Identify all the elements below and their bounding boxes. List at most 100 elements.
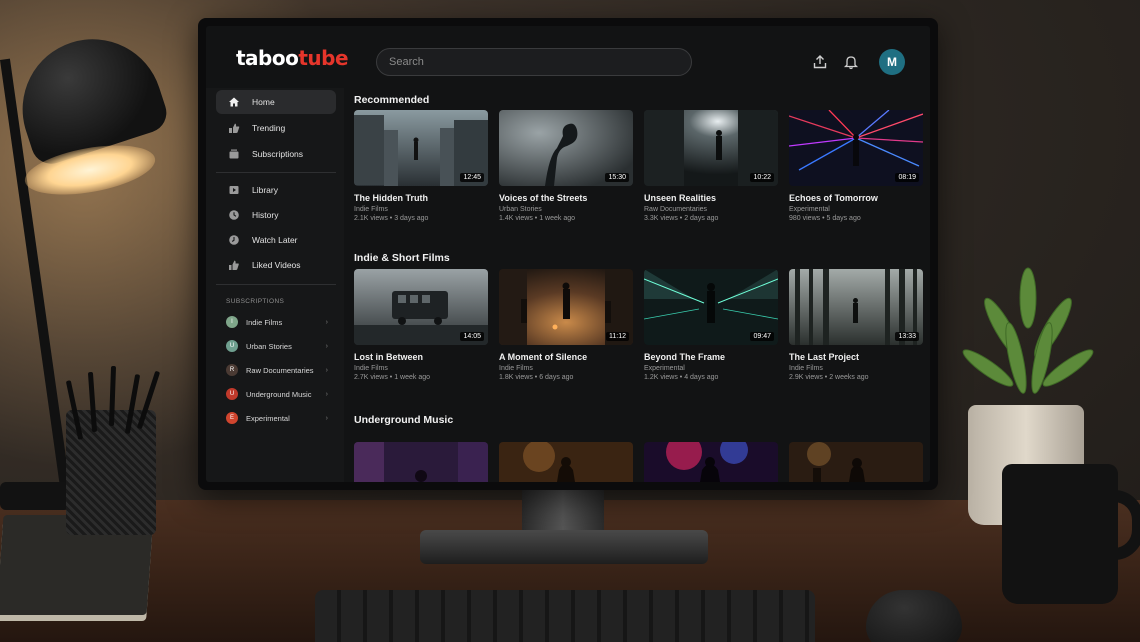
subscriptions-icon: [222, 148, 246, 160]
video-views: 3.3K views: [644, 215, 678, 222]
subscription-item-indie-films[interactable]: I Indie Films ›: [216, 312, 328, 332]
video-channel[interactable]: Raw Documentaries: [644, 206, 778, 213]
subscription-label: Underground Music: [246, 389, 312, 399]
video-duration: 11:12: [606, 332, 629, 341]
computer-mouse: [866, 590, 962, 642]
subscription-item-raw-documentaries[interactable]: R Raw Documentaries ›: [216, 360, 328, 380]
video-channel[interactable]: Indie Films: [789, 365, 923, 372]
subscription-label: Raw Documentaries: [246, 365, 314, 375]
video-views: 1.8K views: [499, 374, 533, 381]
video-thumbnail[interactable]: 15:30: [499, 110, 633, 186]
video-thumbnail[interactable]: 12:45: [354, 110, 488, 186]
section-title-recommended: Recommended: [354, 94, 430, 106]
video-channel[interactable]: Indie Films: [354, 365, 488, 372]
video-title[interactable]: A Moment of Silence: [499, 352, 633, 362]
subscription-item-underground-music[interactable]: U Underground Music ›: [216, 384, 328, 404]
video-thumbnail[interactable]: [499, 442, 633, 482]
video-card[interactable]: 10:22 Unseen Realities Raw Documentaries…: [644, 110, 778, 222]
video-views: 980 views: [789, 215, 821, 222]
video-thumbnail[interactable]: 08:19: [789, 110, 923, 186]
video-thumbnail[interactable]: 10:22: [644, 110, 778, 186]
subscription-item-experimental[interactable]: E Experimental ›: [216, 408, 328, 428]
video-card[interactable]: 11:12 A Moment of Silence Indie Films 1.…: [499, 269, 633, 381]
sidebar-divider: [216, 284, 336, 285]
video-channel[interactable]: Urban Stories: [499, 206, 633, 213]
home-icon: [222, 96, 246, 108]
avatar[interactable]: M: [879, 49, 905, 75]
subscription-label: Urban Stories: [246, 341, 292, 351]
video-meta: 1.8K views • 6 days ago: [499, 374, 633, 381]
video-thumbnail[interactable]: [354, 442, 488, 482]
sidebar: Home Trending Subscriptions Library Hist…: [206, 88, 344, 482]
video-thumbnail[interactable]: 09:47: [644, 269, 778, 345]
logo[interactable]: tabootube: [236, 46, 349, 70]
video-card[interactable]: 08:19 Echoes of Tomorrow Experimental 98…: [789, 110, 923, 222]
video-age: 2 weeks ago: [829, 374, 869, 381]
chevron-right-icon: ›: [325, 366, 328, 374]
video-meta: 2.9K views • 2 weeks ago: [789, 374, 923, 381]
video-duration: 12:45: [460, 173, 484, 182]
chevron-right-icon: ›: [325, 318, 328, 326]
video-card[interactable]: 14:05 Lost in Between Indie Films 2.7K v…: [354, 269, 488, 381]
subscription-item-urban-stories[interactable]: U Urban Stories ›: [216, 336, 328, 356]
search-input[interactable]: [376, 48, 692, 76]
sidebar-item-watch-later[interactable]: Watch Later: [216, 228, 336, 252]
subscription-label: Indie Films: [246, 317, 283, 327]
video-thumbnail[interactable]: [644, 442, 778, 482]
video-channel[interactable]: Indie Films: [499, 365, 633, 372]
sidebar-item-liked-videos[interactable]: Liked Videos: [216, 253, 336, 277]
video-duration: 09:47: [750, 332, 774, 341]
video-age: 1 week ago: [539, 215, 576, 222]
video-thumbnail[interactable]: 11:12: [499, 269, 633, 345]
video-meta: 2.1K views • 3 days ago: [354, 215, 488, 222]
video-title[interactable]: Unseen Realities: [644, 193, 778, 203]
video-title[interactable]: Lost in Between: [354, 352, 488, 362]
monitor: tabootube M Home Trending Subscr: [198, 18, 938, 490]
chevron-right-icon: ›: [325, 414, 328, 422]
channel-avatar: E: [226, 412, 238, 424]
video-card[interactable]: 13:33 The Last Project Indie Films 2.9K …: [789, 269, 923, 381]
library-icon: [222, 184, 246, 196]
video-card[interactable]: 12:45 The Hidden Truth Indie Films 2.1K …: [354, 110, 488, 222]
video-channel[interactable]: Experimental: [789, 206, 923, 213]
video-thumbnail[interactable]: [789, 442, 923, 482]
video-thumbnail[interactable]: 14:05: [354, 269, 488, 345]
screen: tabootube M Home Trending Subscr: [206, 26, 930, 482]
video-meta: 1.2K views • 4 days ago: [644, 374, 778, 381]
video-views: 1.2K views: [644, 374, 678, 381]
sidebar-item-trending[interactable]: Trending: [216, 116, 336, 140]
video-meta: 1.4K views • 1 week ago: [499, 215, 633, 222]
video-meta: 3.3K views • 2 days ago: [644, 215, 778, 222]
chevron-right-icon: ›: [325, 390, 328, 398]
section-title-indie-short-films: Indie & Short Films: [354, 252, 450, 264]
video-age: 1 week ago: [394, 374, 431, 381]
video-title[interactable]: Beyond The Frame: [644, 352, 778, 362]
sidebar-item-history[interactable]: History: [216, 203, 336, 227]
video-age: 3 days ago: [394, 215, 429, 222]
video-title[interactable]: The Hidden Truth: [354, 193, 488, 203]
video-thumbnail[interactable]: 13:33: [789, 269, 923, 345]
upload-icon[interactable]: [810, 52, 830, 72]
history-icon: [222, 209, 246, 221]
video-card[interactable]: 15:30 Voices of the Streets Urban Storie…: [499, 110, 633, 222]
sidebar-item-label: Home: [252, 97, 275, 107]
bell-icon[interactable]: [841, 52, 861, 72]
video-views: 1.4K views: [499, 215, 533, 222]
sidebar-item-library[interactable]: Library: [216, 178, 336, 202]
video-duration: 15:30: [605, 173, 629, 182]
video-title[interactable]: Voices of the Streets: [499, 193, 633, 203]
sidebar-item-subscriptions[interactable]: Subscriptions: [216, 142, 336, 166]
keyboard: [315, 590, 815, 642]
monitor-stand-base: [420, 530, 708, 564]
video-title[interactable]: The Last Project: [789, 352, 923, 362]
video-channel[interactable]: Experimental: [644, 365, 778, 372]
video-card[interactable]: 09:47 Beyond The Frame Experimental 1.2K…: [644, 269, 778, 381]
video-views: 2.9K views: [789, 374, 823, 381]
sidebar-item-home[interactable]: Home: [216, 90, 336, 114]
video-duration: 13:33: [895, 332, 919, 341]
video-channel[interactable]: Indie Films: [354, 206, 488, 213]
logo-part-2: tube: [298, 46, 349, 70]
video-title[interactable]: Echoes of Tomorrow: [789, 193, 923, 203]
top-bar: tabootube M: [206, 26, 930, 88]
channel-avatar: U: [226, 340, 238, 352]
